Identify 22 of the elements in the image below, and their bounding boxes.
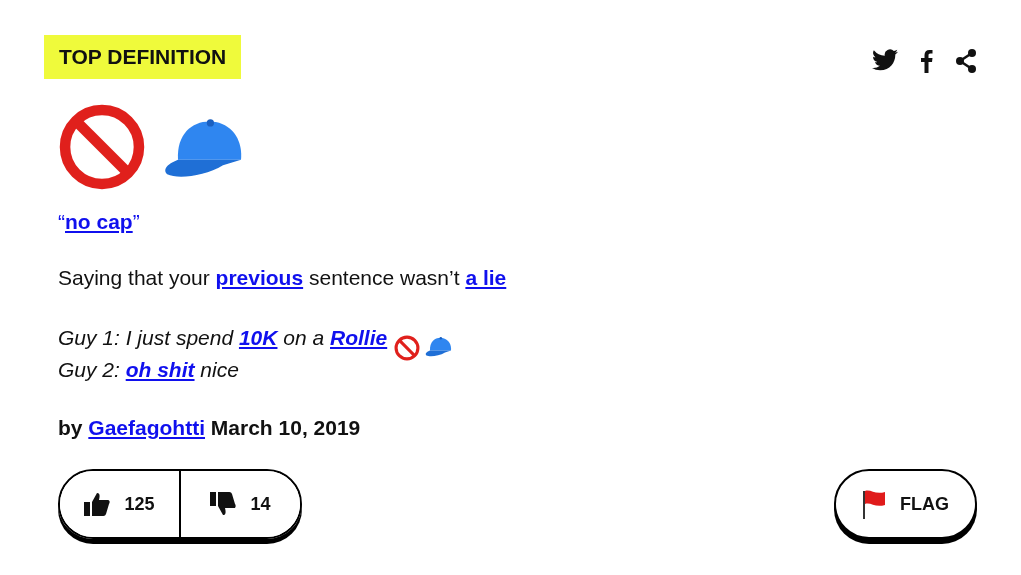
- twitter-icon[interactable]: [872, 49, 898, 71]
- thumbs-down-icon: [210, 492, 237, 516]
- word-title: “no cap”: [58, 209, 141, 235]
- link[interactable]: 10K: [238, 326, 278, 349]
- facebook-icon[interactable]: [920, 49, 933, 73]
- no-entry-icon: [58, 103, 146, 191]
- author-line: by Gaefagohtti March 10, 2019: [58, 415, 362, 441]
- link[interactable]: Gaefagohtti: [88, 416, 205, 439]
- share-icon[interactable]: [955, 49, 977, 73]
- link[interactable]: previous: [215, 266, 304, 289]
- link[interactable]: Rollie: [330, 326, 388, 349]
- link[interactable]: a lie: [465, 266, 507, 289]
- thumbs-up-icon: [84, 492, 111, 516]
- example-line: Guy 2: oh shit nice: [58, 357, 239, 383]
- definition-text: Saying that your previous sentence wasn’t a lie: [58, 265, 508, 291]
- link[interactable]: oh shit: [125, 358, 195, 381]
- link[interactable]: no cap: [65, 210, 133, 233]
- upvote-button[interactable]: 125: [60, 471, 181, 537]
- no-entry-icon: [394, 335, 421, 361]
- flag-icon: [862, 489, 886, 519]
- example-line: Guy 1: I just spend 10K on a Rollie: [58, 325, 388, 351]
- badge: TOP DEFINITION: [44, 35, 242, 79]
